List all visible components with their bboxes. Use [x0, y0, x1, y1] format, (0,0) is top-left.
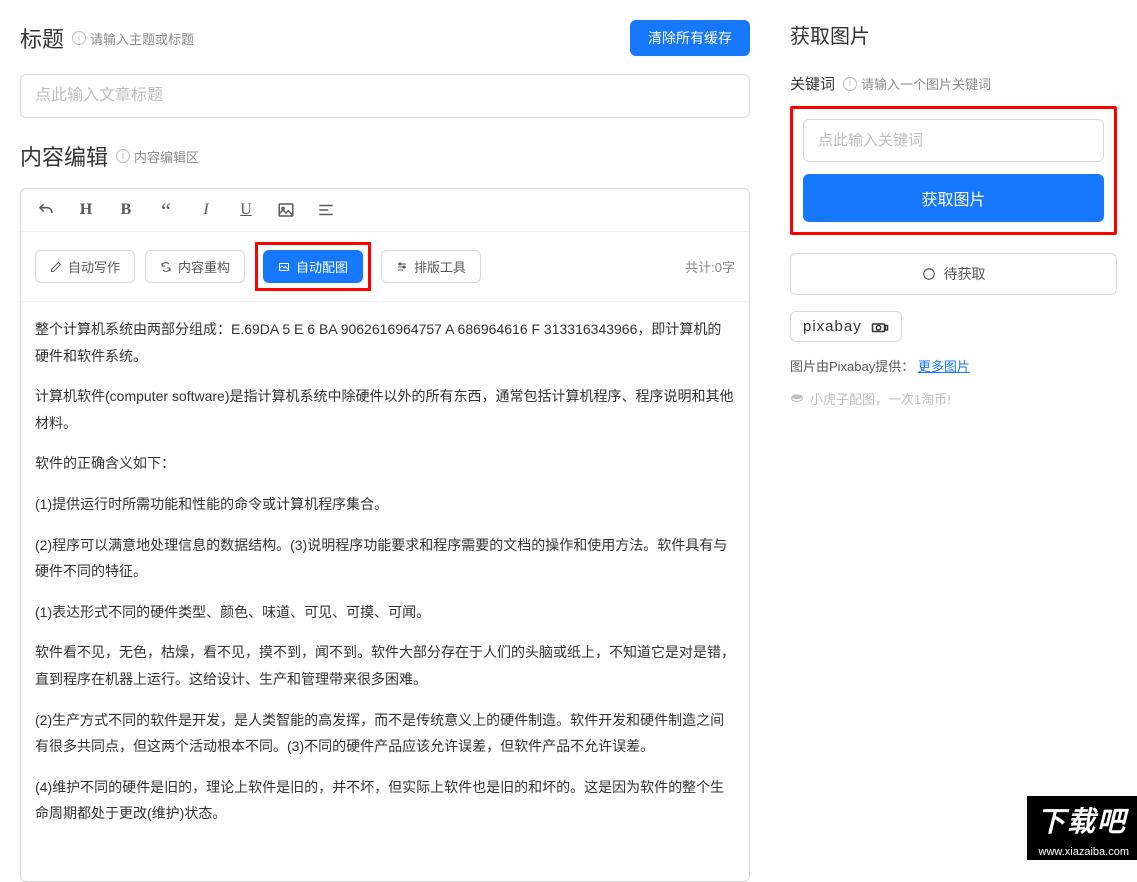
title-hint-text: 请输入主题或标题 — [90, 29, 194, 48]
camera-icon — [871, 321, 889, 333]
info-icon: i — [116, 149, 130, 163]
fetch-image-button[interactable]: 获取图片 — [803, 174, 1104, 222]
watermark-url: www.xiazaiba.com — [1027, 844, 1137, 860]
heading-icon[interactable]: H — [75, 199, 97, 221]
paragraph: (2)生产方式不同的软件是开发，是人类智能的高发挥，而不是传统意义上的硬件制造。… — [35, 707, 735, 760]
bold-icon[interactable]: B — [115, 199, 137, 221]
pending-button[interactable]: 待获取 — [790, 253, 1117, 295]
btn-label: 自动写作 — [68, 257, 120, 276]
content-hint-text: 内容编辑区 — [134, 147, 199, 166]
paragraph: 软件看不见，无色，枯燥，看不见，摸不到，闻不到。软件大部分存在于人们的头脑或纸上… — [35, 639, 735, 692]
watermark-text: 下载吧 — [1027, 796, 1137, 844]
keyword-hint-text: 请输入一个图片关键词 — [861, 74, 991, 93]
title-header-row: 标题 i 请输入主题或标题 清除所有缓存 — [20, 20, 750, 56]
keyword-label-row: 关键词 i 请输入一个图片关键词 — [790, 73, 1117, 94]
paragraph: (2)程序可以满意地处理信息的数据结构。(3)说明程序功能要求和程序需要的文档的… — [35, 532, 735, 585]
article-title-input[interactable] — [20, 74, 750, 118]
info-icon: i — [72, 31, 86, 45]
more-images-link[interactable]: 更多图片 — [918, 359, 970, 374]
paragraph: 整个计算机系统由两部分组成：E.69DA 5 E 6 BA 9062616964… — [35, 316, 735, 369]
format-toolbar: H B “ I U — [21, 189, 749, 232]
btn-label: 排版工具 — [414, 257, 466, 276]
keyword-input[interactable] — [803, 119, 1104, 162]
provider-text: 图片由Pixabay提供： — [790, 359, 914, 374]
watermark: 下载吧 www.xiazaiba.com — [1027, 796, 1137, 860]
editor-container: H B “ I U 自动写作 内容重构 自动配图 — [20, 188, 750, 882]
content-label-text: 内容编辑 — [20, 140, 108, 172]
ai-toolbar: 自动写作 内容重构 自动配图 排版工具 共计:0字 — [21, 232, 749, 302]
paragraph: 计算机软件(computer software)是指计算机系统中除硬件以外的所有… — [35, 383, 735, 436]
align-icon[interactable] — [315, 199, 337, 221]
circle-icon — [922, 267, 936, 281]
footer-text: 小虎子配图，一次1淘币! — [810, 389, 951, 408]
content-area[interactable]: 整个计算机系统由两部分组成：E.69DA 5 E 6 BA 9062616964… — [21, 302, 749, 881]
paragraph: (4)维护不同的硬件是旧的，理论上软件是旧的，并不坏，但实际上软件也是旧的和坏的… — [35, 774, 735, 827]
italic-icon[interactable]: I — [195, 199, 217, 221]
auto-image-button[interactable]: 自动配图 — [263, 250, 363, 283]
layout-tool-button[interactable]: 排版工具 — [381, 250, 481, 283]
image-icon[interactable] — [275, 199, 297, 221]
keyword-label: 关键词 — [790, 73, 835, 94]
word-count: 共计:0字 — [685, 257, 735, 276]
main-column: 标题 i 请输入主题或标题 清除所有缓存 内容编辑 i 内容编辑区 H B “ … — [0, 0, 770, 860]
undo-icon[interactable] — [35, 199, 57, 221]
paragraph: 软件的正确含义如下： — [35, 450, 735, 477]
restructure-button[interactable]: 内容重构 — [145, 250, 245, 283]
title-label-text: 标题 — [20, 22, 64, 54]
btn-label: 自动配图 — [296, 257, 348, 276]
btn-label: 内容重构 — [178, 257, 230, 276]
title-section-label: 标题 i 请输入主题或标题 — [20, 22, 194, 54]
sidebar: 获取图片 关键词 i 请输入一个图片关键词 获取图片 待获取 pixabay 图… — [770, 0, 1137, 860]
title-hint: i 请输入主题或标题 — [72, 29, 194, 48]
pending-label: 待获取 — [944, 264, 986, 284]
paragraph: (1)表达形式不同的硬件类型、颜色、味道、可见、可摸、可闻。 — [35, 599, 735, 626]
pixabay-badge: pixabay — [790, 311, 902, 342]
info-icon: i — [843, 77, 857, 91]
quote-icon[interactable]: “ — [155, 199, 177, 221]
pixabay-text: pixabay — [803, 318, 862, 335]
auto-write-button[interactable]: 自动写作 — [35, 250, 135, 283]
sidebar-title: 获取图片 — [790, 20, 1117, 49]
underline-icon[interactable]: U — [235, 199, 257, 221]
content-section-label: 内容编辑 i 内容编辑区 — [20, 140, 750, 172]
clear-cache-button[interactable]: 清除所有缓存 — [630, 20, 750, 56]
footer-hint: 小虎子配图，一次1淘币! — [790, 389, 1117, 408]
coin-icon — [790, 392, 804, 406]
provider-line: 图片由Pixabay提供： 更多图片 — [790, 356, 1117, 375]
paragraph: (1)提供运行时所需功能和性能的命令或计算机程序集合。 — [35, 491, 735, 518]
content-hint: i 内容编辑区 — [116, 147, 199, 166]
keyword-highlight-box: 获取图片 — [790, 106, 1117, 235]
keyword-hint: i 请输入一个图片关键词 — [843, 74, 991, 93]
